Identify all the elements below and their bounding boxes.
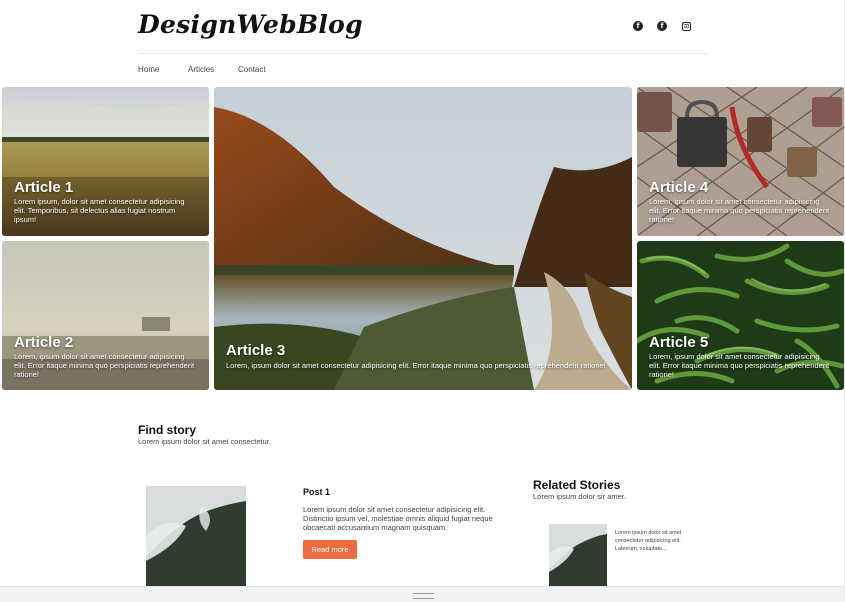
section-title: Find story — [138, 423, 197, 437]
article-description: Lorem, ipsum dolor sit amet consectetur … — [649, 352, 830, 379]
misty-mountain-image — [549, 524, 607, 586]
nav-item-articles[interactable]: Articles — [188, 65, 214, 74]
related-excerpt: Lorem ipsum dolor sit amet consectetur a… — [615, 530, 682, 552]
article-description: Lorem, ipsum dolor sit amet consectetur … — [649, 197, 830, 224]
article-description: Lorem, ipsum dolor sit amet consectetur … — [226, 361, 606, 370]
post-excerpt: Lorem ipsum dolor sit amet consectetur a… — [303, 505, 493, 532]
nav-item-contact[interactable]: Contact — [238, 65, 266, 74]
page: DesignWebBlog f f ⊡ Home Articles Contac… — [0, 0, 845, 602]
article-title: Article 5 — [649, 334, 709, 351]
instagram-icon[interactable]: ⊡ — [682, 22, 691, 31]
nav-item-home[interactable]: Home — [138, 65, 159, 74]
drag-handle-icon[interactable] — [413, 593, 434, 599]
article-description: Lorem ipsum, dolor sit amet consectetur … — [14, 197, 185, 224]
related-thumbnail[interactable] — [549, 524, 607, 586]
section-subtitle: Lorem ipsum dolor sit amet consectetur. — [138, 437, 271, 446]
facebook-icon[interactable]: f — [657, 21, 667, 31]
article-card-3[interactable]: Article 3 Lorem, ipsum dolor sit amet co… — [214, 87, 632, 390]
related-subtitle: Lorem ipsum dolor sir amer. — [533, 492, 626, 501]
site-logo[interactable]: DesignWebBlog — [138, 10, 363, 39]
article-card-1[interactable]: Article 1 Lorem ipsum, dolor sit amet co… — [2, 87, 209, 236]
article-title: Article 4 — [649, 179, 709, 196]
header-divider — [138, 53, 708, 54]
post-thumbnail[interactable] — [146, 486, 246, 586]
article-title: Article 1 — [14, 179, 74, 196]
misty-mountain-image — [146, 486, 246, 586]
related-title: Related Stories — [533, 478, 621, 492]
article-title: Article 2 — [14, 334, 74, 351]
post-title[interactable]: Post 1 — [303, 487, 330, 497]
article-description: Lorem, ipsum dolor sit amet consectetur … — [14, 352, 195, 379]
article-card-5[interactable]: Article 5 Lorem, ipsum dolor sit amet co… — [637, 241, 844, 390]
article-card-2[interactable]: Article 2 Lorem, ipsum dolor sit amet co… — [2, 241, 209, 390]
article-card-4[interactable]: Article 4 Lorem, ipsum dolor sit amet co… — [637, 87, 844, 236]
article-title: Article 3 — [226, 342, 286, 359]
facebook-icon[interactable]: f — [633, 21, 643, 31]
read-more-button[interactable]: Read more — [303, 540, 357, 559]
